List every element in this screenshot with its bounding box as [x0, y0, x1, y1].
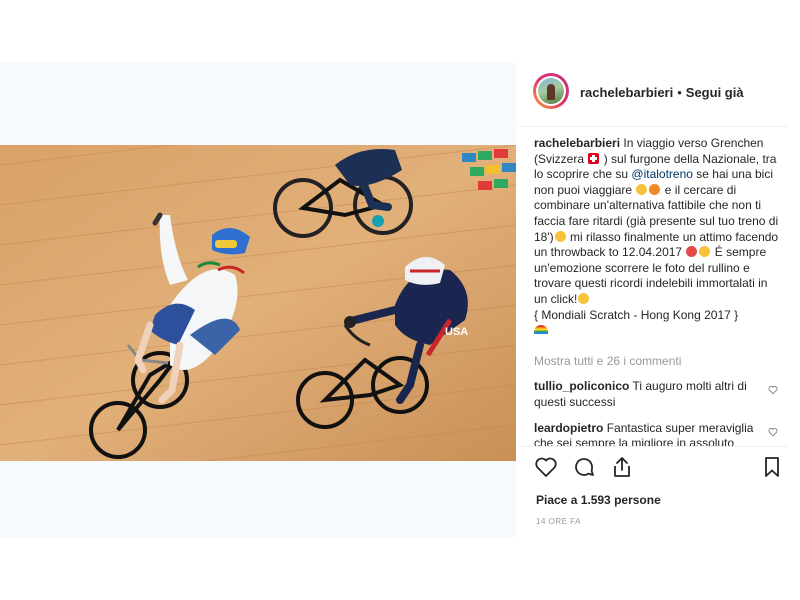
bookmark-icon[interactable] — [760, 455, 784, 479]
pushpin-icon — [686, 246, 698, 258]
comments-section[interactable]: rachelebarbieri In viaggio verso Grenche… — [534, 136, 782, 446]
speech-bubble-icon[interactable] — [572, 455, 596, 479]
post-photo[interactable]: USA — [0, 62, 516, 538]
post-timestamp: 14 ORE FA — [536, 517, 581, 526]
caption-username[interactable]: rachelebarbieri — [534, 136, 620, 150]
rainbow-icon — [534, 325, 548, 335]
follow-button[interactable]: Segui già — [686, 85, 744, 100]
heart-eyes-icon — [578, 292, 590, 304]
caption-text-7: { Mondiali Scratch - Hong Kong 2017 } — [534, 307, 739, 322]
header-text: rachelebarbieri • Segui già — [580, 85, 744, 100]
dizzy-face-icon — [636, 183, 648, 195]
view-all-comments-link[interactable]: Mostra tutti e 26 i commenti — [534, 354, 782, 370]
action-bar: Piace a 1.593 persone 14 ORE FA — [518, 446, 787, 539]
track-cycling-photo: USA — [0, 145, 516, 461]
post-sidebar: rachelebarbieri • Segui già rachelebarbier… — [518, 62, 787, 538]
comment-item: tullio_policonico Ti auguro molti altri … — [534, 379, 782, 410]
angry-face-icon — [649, 183, 661, 195]
header-username[interactable]: rachelebarbieri — [580, 85, 673, 100]
caption: rachelebarbieri In viaggio verso Grenche… — [534, 136, 782, 339]
swiss-flag-icon — [588, 152, 600, 164]
small-heart-icon[interactable] — [768, 427, 778, 437]
heart-eyes-icon — [699, 246, 711, 258]
mention-link[interactable]: @italotreno — [631, 167, 693, 181]
comment-username[interactable]: tullio_policonico — [534, 379, 629, 393]
comment-item: leardopietro Fantastica super meraviglia… — [534, 421, 782, 446]
header-separator: • — [677, 85, 682, 100]
rolling-eyes-icon — [554, 230, 566, 242]
instagram-post: USA rachelebarbieri • Segui già rachelebar… — [0, 62, 787, 538]
likes-count[interactable]: Piace a 1.593 persone — [536, 493, 661, 507]
svg-text:USA: USA — [445, 326, 468, 338]
share-upload-icon[interactable] — [610, 455, 634, 479]
heart-outline-icon[interactable] — [534, 455, 558, 479]
comment-username[interactable]: leardopietro — [534, 421, 603, 435]
small-heart-icon[interactable] — [768, 385, 778, 395]
avatar[interactable] — [533, 73, 569, 109]
avatar-image — [538, 78, 564, 104]
post-header: rachelebarbieri • Segui già — [518, 62, 787, 127]
